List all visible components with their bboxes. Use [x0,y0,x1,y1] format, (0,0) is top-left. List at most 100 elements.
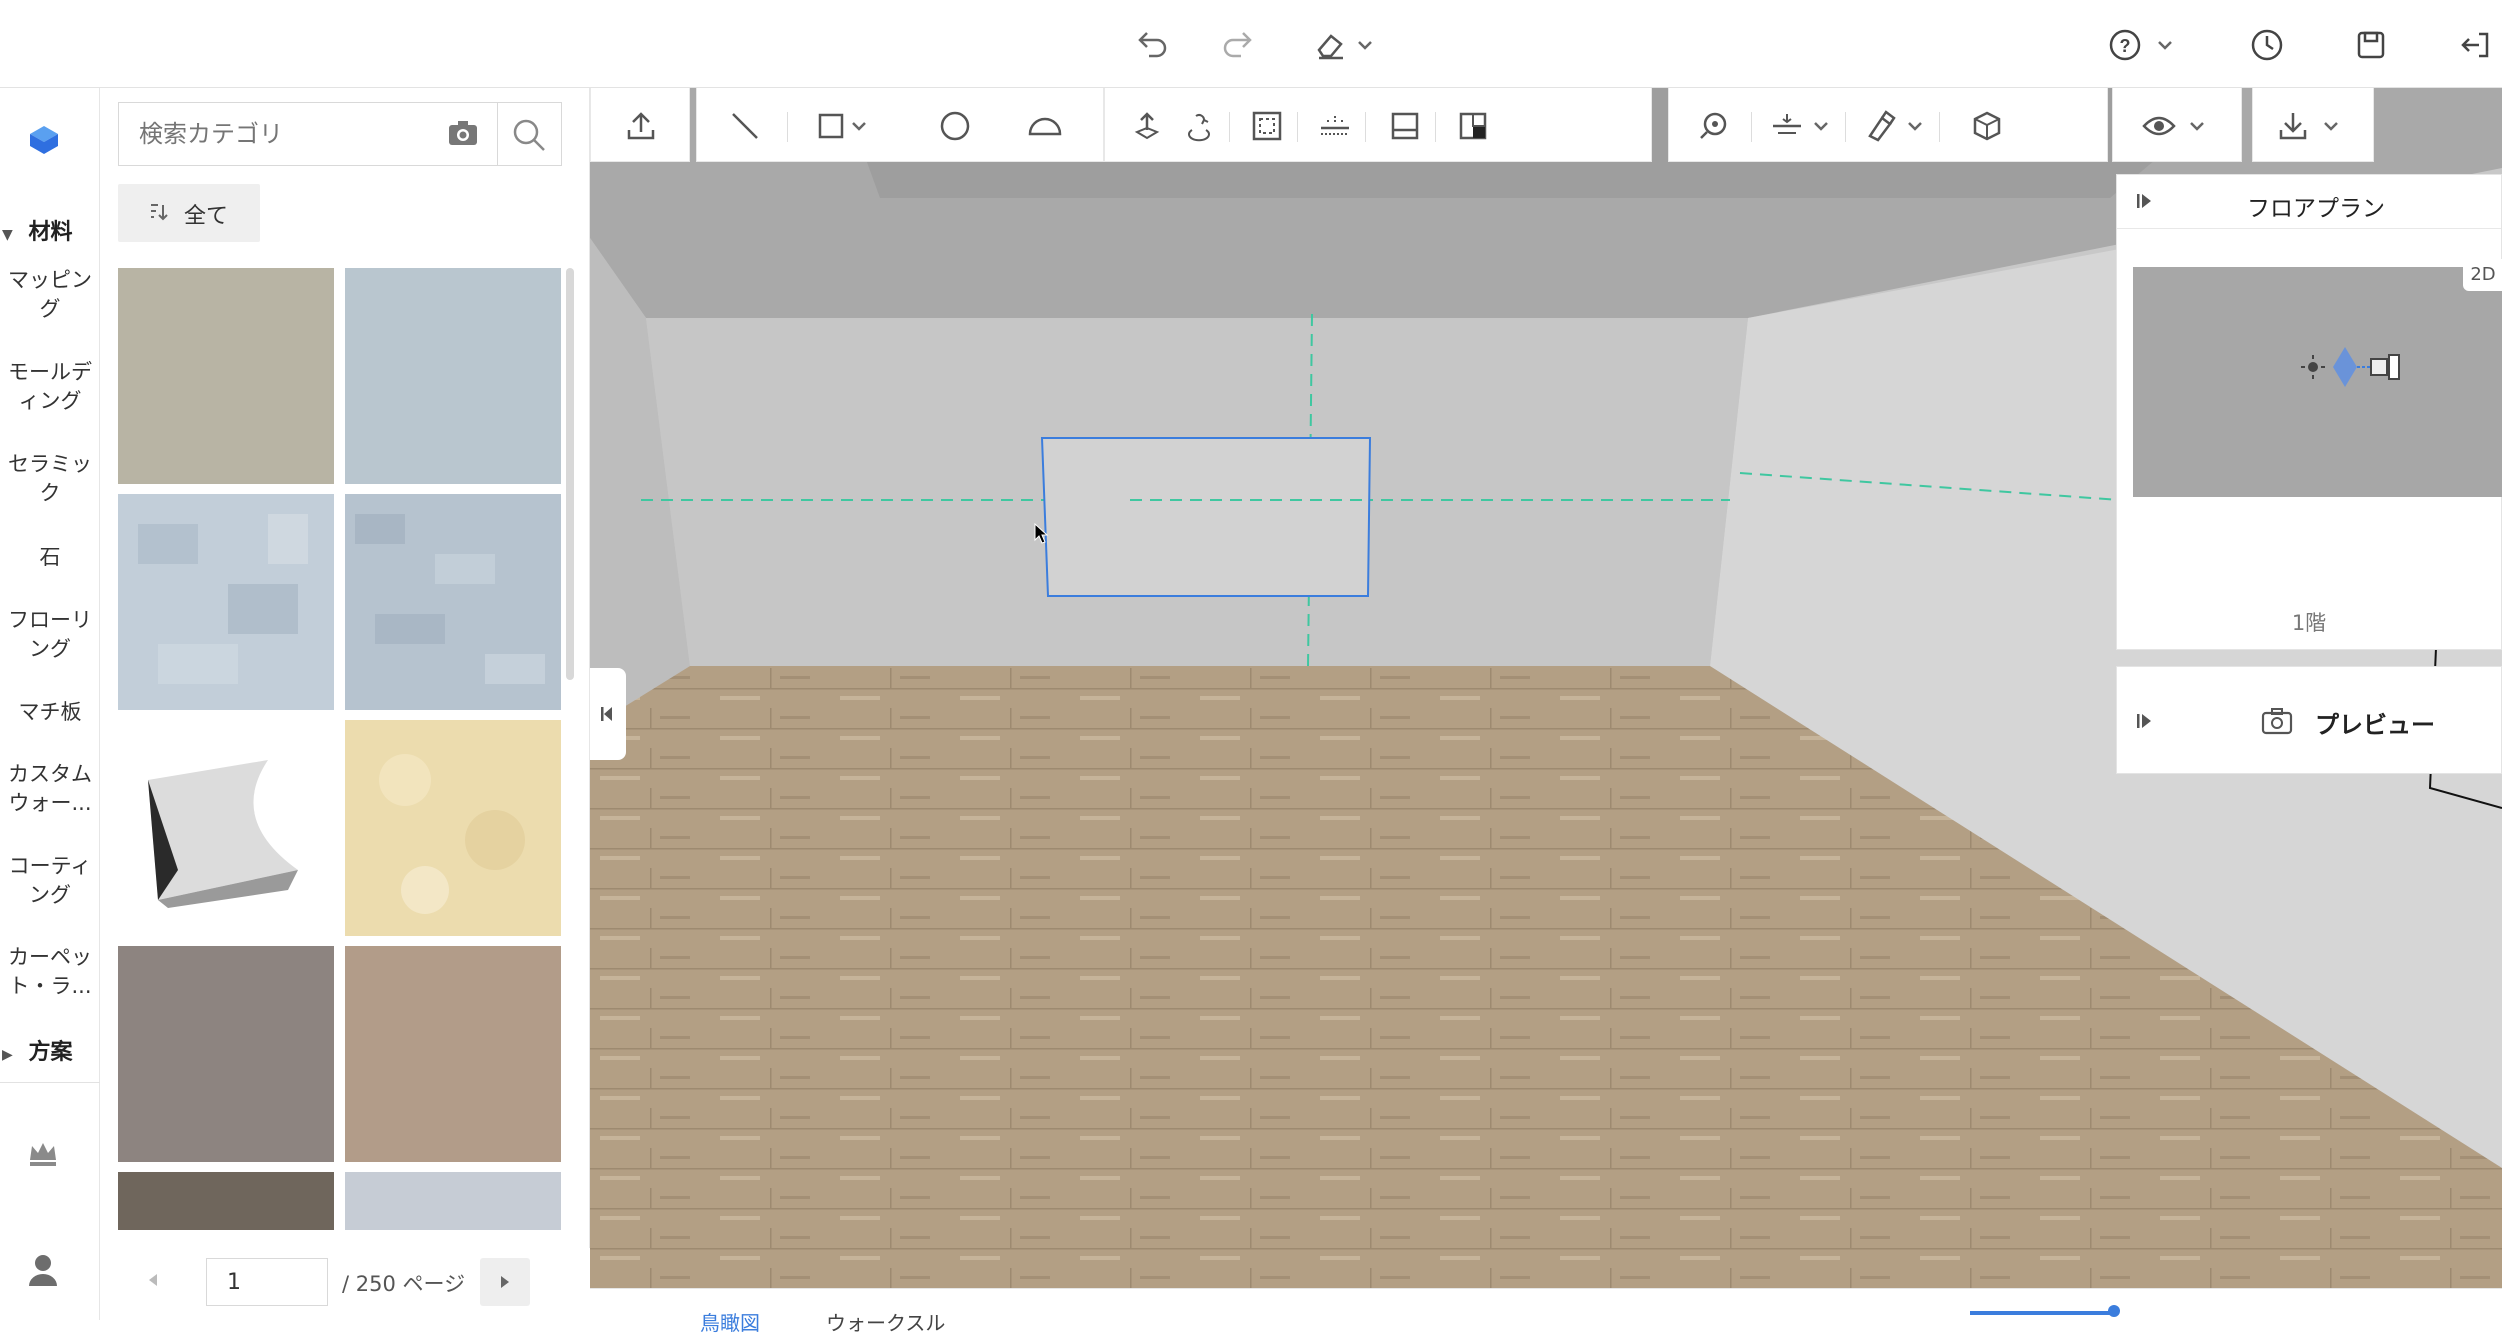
circle-tool-icon[interactable] [933,104,977,148]
material-tile[interactable] [345,494,561,710]
material-tile[interactable] [345,268,561,484]
page-total-label: / 250 ページ [342,1272,466,1296]
prev-page-icon[interactable] [146,1272,160,1288]
zoom-slider-handle[interactable] [2108,1305,2120,1317]
eraser-dropdown-icon[interactable] [1350,22,1380,68]
material-library-panel: 全て / 250 ページ [100,88,590,1320]
toolbar-group-export [2252,88,2374,162]
floorplan-panel: フロアプラン 2D 1階 [2116,174,2502,650]
next-page-button[interactable] [480,1258,530,1306]
select-area-icon[interactable] [1245,104,1289,148]
expand-panel-icon[interactable] [2135,191,2155,211]
move-up-icon[interactable] [1125,104,1169,148]
plans-header[interactable]: ▶ 方案 [0,1034,100,1066]
page-number-input[interactable] [206,1258,328,1306]
material-tile[interactable] [345,1172,561,1230]
material-tile[interactable] [118,1172,334,1230]
paint-brush-icon[interactable] [1859,104,1903,148]
material-tile[interactable] [118,268,334,484]
material-tile[interactable] [345,946,561,1162]
eye-icon[interactable] [2137,104,2181,148]
sidebar-item-carpet[interactable]: カーペット・ラ... [0,943,100,1001]
filter-all-button[interactable]: 全て [118,184,260,242]
expand-preview-icon[interactable] [2135,711,2155,731]
toolbar-separator [1229,112,1230,142]
rectangle-dropdown-icon[interactable] [847,104,871,148]
camera-search-icon[interactable] [447,119,479,147]
help-icon[interactable]: ? [2102,22,2148,68]
3d-box-icon[interactable] [1965,104,2009,148]
upload-icon[interactable] [619,104,663,148]
floorplan-minimap[interactable] [2133,267,2502,497]
materials-header[interactable]: ▼ 材料 [0,214,100,246]
exit-icon[interactable] [2452,22,2498,68]
floor-label[interactable]: 1階 [2117,607,2501,637]
toolbar-separator [1365,112,1366,142]
rotate-object-icon[interactable] [1177,104,1221,148]
eraser-icon[interactable] [1308,22,1354,68]
material-tile[interactable] [118,494,334,710]
split-line-icon[interactable] [1313,104,1357,148]
toolbar-group-edit [1104,88,1652,162]
materials-header-label: 材料 [28,220,73,245]
floorplan-header: フロアプラン [2117,175,2501,229]
toolbar-separator [1751,112,1752,142]
toolbar-separator [1939,112,1940,142]
align-icon[interactable] [1765,104,1809,148]
search-divider [497,103,498,165]
category-rail: ▼ 材料 マッピング モールディング セラミック 石 フローリング マチ板 カス… [0,88,100,1320]
redo-icon[interactable] [1216,22,1262,68]
sidebar-item-matchboard[interactable]: マチ板 [0,698,100,727]
pagination-bar: / 250 ページ [100,1248,590,1320]
save-icon[interactable] [2348,22,2394,68]
clock-icon[interactable] [2244,22,2290,68]
material-tile-cove-molding[interactable] [118,720,334,936]
download-icon[interactable] [2271,104,2315,148]
crown-icon[interactable] [26,1138,60,1168]
sidebar-item-flooring[interactable]: フローリング [0,606,100,664]
sidebar-item-ceramic[interactable]: セラミック [0,450,100,508]
arc-tool-icon[interactable] [1023,104,1067,148]
sidebar-item-molding[interactable]: モールディング [0,358,100,416]
search-box [118,102,562,166]
camera-icon [2261,707,2293,735]
view-tab-aerial[interactable]: 鳥瞰図 [700,1307,760,1336]
help-dropdown-icon[interactable] [2150,22,2180,68]
view-tab-walkthrough[interactable]: ウォークスル [826,1307,945,1336]
zoom-slider[interactable] [1970,1311,2110,1315]
material-tile[interactable] [345,720,561,936]
material-tile[interactable] [118,946,334,1162]
view-dropdown-icon[interactable] [2185,104,2209,148]
paint-dropdown-icon[interactable] [1903,104,1927,148]
collapse-library-handle[interactable] [590,668,626,760]
floorplan-2d-toggle[interactable]: 2D [2463,259,2502,291]
collapse-left-icon [601,707,612,721]
camera-marker-icon [2301,347,2400,387]
sidebar-item-custom-wall[interactable]: カスタムウォー... [0,760,100,818]
panel-layout-icon[interactable] [1383,104,1427,148]
sidebar-item-coating[interactable]: コーティング [0,852,100,910]
preview-title: プレビュー [2315,711,2435,739]
grid-fill-icon[interactable] [1451,104,1495,148]
user-avatar-icon[interactable] [26,1252,60,1288]
top-toolbar: ? [0,0,2502,88]
search-input[interactable] [119,103,431,165]
toolbar-group-view [2112,88,2242,162]
download-dropdown-icon[interactable] [2319,104,2343,148]
library-scrollbar[interactable] [566,268,574,680]
toolbar-group-draw [696,88,1104,162]
toolbar-separator [787,112,788,142]
preview-panel: プレビュー [2116,666,2502,774]
sidebar-item-stone[interactable]: 石 [0,543,100,572]
materials-app-icon[interactable] [24,118,64,158]
toolbar-separator [1297,112,1298,142]
sort-icon [148,202,168,222]
filter-all-label: 全て [184,204,229,229]
floorplan-title: フロアプラン [2247,196,2385,222]
align-dropdown-icon[interactable] [1809,104,1833,148]
magnifier-tool-icon[interactable] [1691,104,1735,148]
undo-icon[interactable] [1128,22,1174,68]
line-tool-icon[interactable] [723,104,767,148]
search-icon[interactable] [511,117,547,153]
sidebar-item-mapping[interactable]: マッピング [0,266,100,324]
